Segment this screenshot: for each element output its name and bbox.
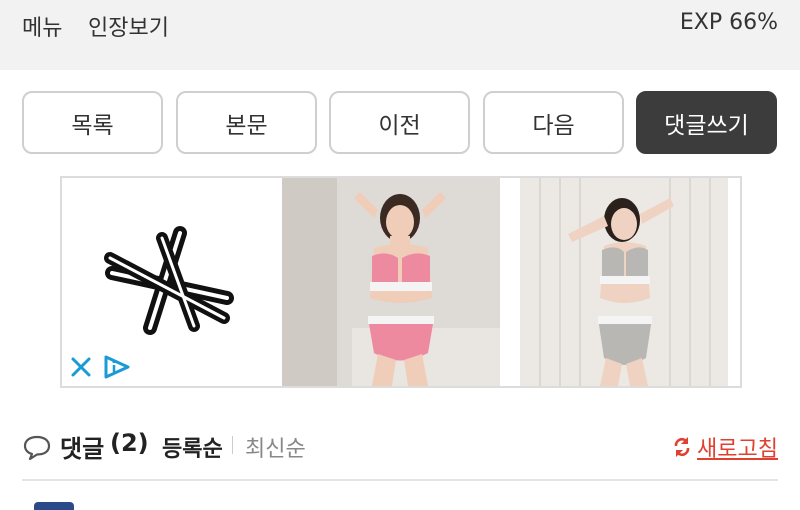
comment-bubble-icon	[23, 435, 51, 461]
write-comment-button[interactable]: 댓글쓰기	[636, 91, 777, 154]
close-icon[interactable]	[70, 356, 92, 378]
model-pink-underwear-photo	[282, 178, 500, 386]
refresh-button[interactable]: 새로고침	[673, 431, 778, 463]
comments-title: 댓글	[60, 435, 105, 463]
next-button[interactable]: 다음	[483, 91, 624, 154]
brand-logo-icon	[104, 226, 234, 335]
sort-latest-option[interactable]: 최신순	[245, 431, 306, 463]
refresh-label: 새로고침	[697, 437, 778, 462]
sort-divider	[232, 436, 233, 454]
comments-divider	[22, 479, 778, 481]
refresh-icon	[674, 437, 690, 457]
sort-registered-option[interactable]: 등록순	[162, 431, 223, 463]
top-bar: 메뉴 인장보기 EXP 66%	[0, 0, 800, 70]
comments-count: (2)	[110, 429, 149, 457]
menu-link[interactable]: 메뉴	[22, 10, 62, 42]
view-signature-toggle[interactable]: 인장보기	[88, 10, 169, 42]
avatar	[34, 502, 74, 510]
list-button[interactable]: 목록	[22, 91, 163, 154]
ad-info-icon[interactable]	[102, 354, 132, 380]
model-gray-underwear-photo	[520, 178, 728, 386]
body-button[interactable]: 본문	[176, 91, 317, 154]
advertisement-banner[interactable]	[60, 176, 742, 388]
prev-button[interactable]: 이전	[329, 91, 470, 154]
exp-indicator: EXP 66%	[679, 10, 778, 35]
